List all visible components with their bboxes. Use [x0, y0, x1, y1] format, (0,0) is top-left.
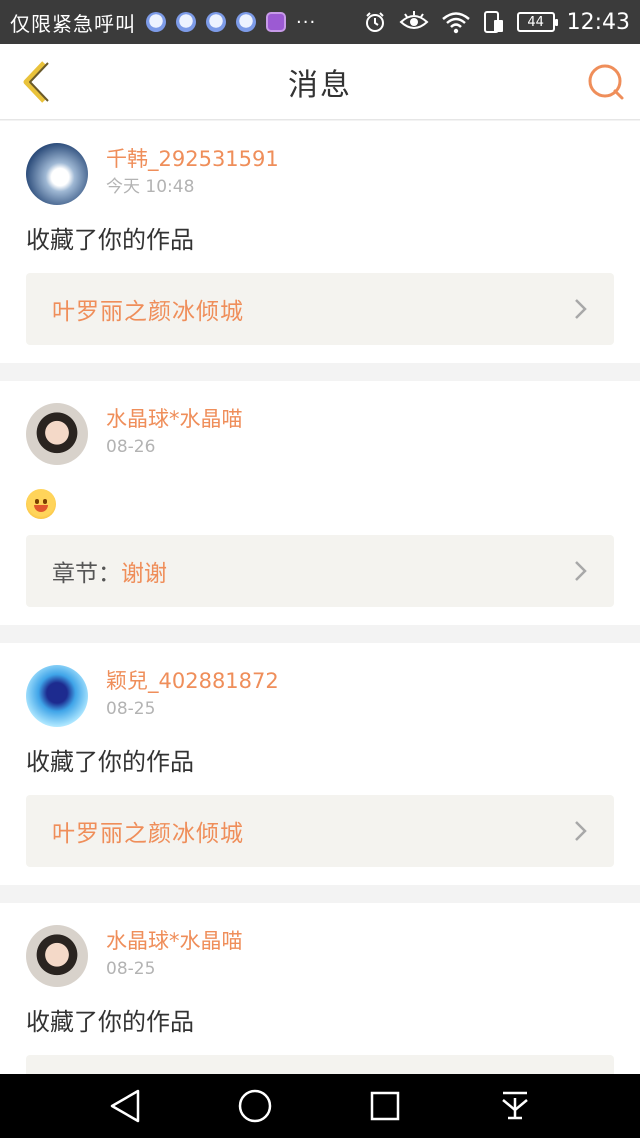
timestamp: 08-25: [106, 959, 156, 979]
status-right: 44 12:43: [363, 10, 630, 35]
page-title: 消息: [288, 67, 352, 103]
alarm-icon: [363, 10, 387, 34]
circle-home-icon: [238, 1089, 272, 1123]
triangle-back-icon: [110, 1089, 140, 1123]
message-card: 水晶球*水晶喵 08-26 章节： 谢谢: [0, 381, 640, 625]
avatar[interactable]: [26, 925, 88, 987]
message-list[interactable]: 千韩_292531591 今天 10:48 收藏了你的作品 叶罗丽之颜冰倾城 水…: [0, 121, 640, 1074]
user-info: 水晶球*水晶喵 08-25: [106, 925, 243, 981]
chevron-right-icon: [575, 299, 587, 319]
username[interactable]: 千韩_292531591: [106, 145, 279, 173]
eye-icon: [399, 10, 429, 34]
message-card: 千韩_292531591 今天 10:48 收藏了你的作品 叶罗丽之颜冰倾城: [0, 121, 640, 363]
search-button[interactable]: [586, 62, 626, 102]
notification-pulldown-button[interactable]: [485, 1076, 545, 1136]
message-text: 收藏了你的作品: [26, 748, 194, 776]
bear-notification-icon: [146, 12, 166, 32]
user-row: 颖兒_402881872 08-25: [26, 665, 614, 729]
work-reference[interactable]: 叶罗丽之颜冰倾城: [26, 273, 614, 345]
sim-icon: [483, 10, 505, 34]
recents-nav-button[interactable]: [355, 1076, 415, 1136]
header: 消息: [0, 44, 640, 120]
username[interactable]: 水晶球*水晶喵: [106, 927, 243, 955]
pull-down-icon: [502, 1091, 528, 1120]
user-info: 水晶球*水晶喵 08-26: [106, 403, 243, 459]
screen: 仅限紧急呼叫 ··· 44 12:43 消息 千韩_292531591 今天 1…: [0, 0, 640, 1138]
chevron-right-icon: [575, 821, 587, 841]
timestamp: 08-25: [106, 699, 156, 719]
chevron-right-icon: [575, 561, 587, 581]
timestamp: 今天 10:48: [106, 177, 195, 197]
square-recents-icon: [370, 1091, 400, 1121]
avatar[interactable]: [26, 143, 88, 205]
back-nav-button[interactable]: [95, 1076, 155, 1136]
home-nav-button[interactable]: [225, 1076, 285, 1136]
work-reference[interactable]: 叶罗丽之颜冰倾城: [26, 795, 614, 867]
more-notifications: ···: [296, 11, 317, 33]
work-title: 叶罗丽之颜冰倾城: [52, 299, 244, 325]
bear-notification-icon: [206, 12, 226, 32]
search-icon: [588, 64, 624, 100]
message-text: 收藏了你的作品: [26, 1008, 194, 1036]
timestamp: 08-26: [106, 437, 156, 457]
user-row: 水晶球*水晶喵 08-26: [26, 403, 614, 467]
avatar[interactable]: [26, 403, 88, 465]
chapter-value: 谢谢: [121, 561, 167, 587]
username[interactable]: 颖兒_402881872: [106, 667, 279, 695]
message-text: 收藏了你的作品: [26, 226, 194, 254]
work-reference[interactable]: [26, 1055, 614, 1074]
avatar[interactable]: [26, 665, 88, 727]
back-button[interactable]: [14, 58, 58, 106]
chapter-reference[interactable]: 章节： 谢谢: [26, 535, 614, 607]
user-info: 千韩_292531591 今天 10:48: [106, 143, 279, 199]
message-emoji: [26, 483, 614, 519]
clock-time: 12:43: [566, 9, 630, 35]
navigation-bar: [0, 1074, 640, 1138]
username[interactable]: 水晶球*水晶喵: [106, 405, 243, 433]
work-title: 叶罗丽之颜冰倾城: [52, 821, 244, 847]
gallery-icon: [266, 12, 286, 32]
user-info: 颖兒_402881872 08-25: [106, 665, 279, 721]
wifi-icon: [441, 10, 471, 34]
status-bar: 仅限紧急呼叫 ··· 44 12:43: [0, 0, 640, 44]
message-card: 颖兒_402881872 08-25 收藏了你的作品 叶罗丽之颜冰倾城: [0, 643, 640, 885]
status-left: 仅限紧急呼叫 ···: [10, 8, 316, 37]
carrier-text: 仅限紧急呼叫: [10, 11, 136, 36]
user-row: 千韩_292531591 今天 10:48: [26, 143, 614, 207]
bear-notification-icon: [176, 12, 196, 32]
message-card: 水晶球*水晶喵 08-25 收藏了你的作品: [0, 903, 640, 1074]
chapter-label: 章节：: [52, 561, 121, 587]
user-row: 水晶球*水晶喵 08-25: [26, 925, 614, 989]
smile-emoji-icon: [26, 489, 56, 519]
battery-icon: 44: [516, 12, 558, 32]
bear-notification-icon: [236, 12, 256, 32]
chevron-left-icon: [23, 61, 49, 103]
